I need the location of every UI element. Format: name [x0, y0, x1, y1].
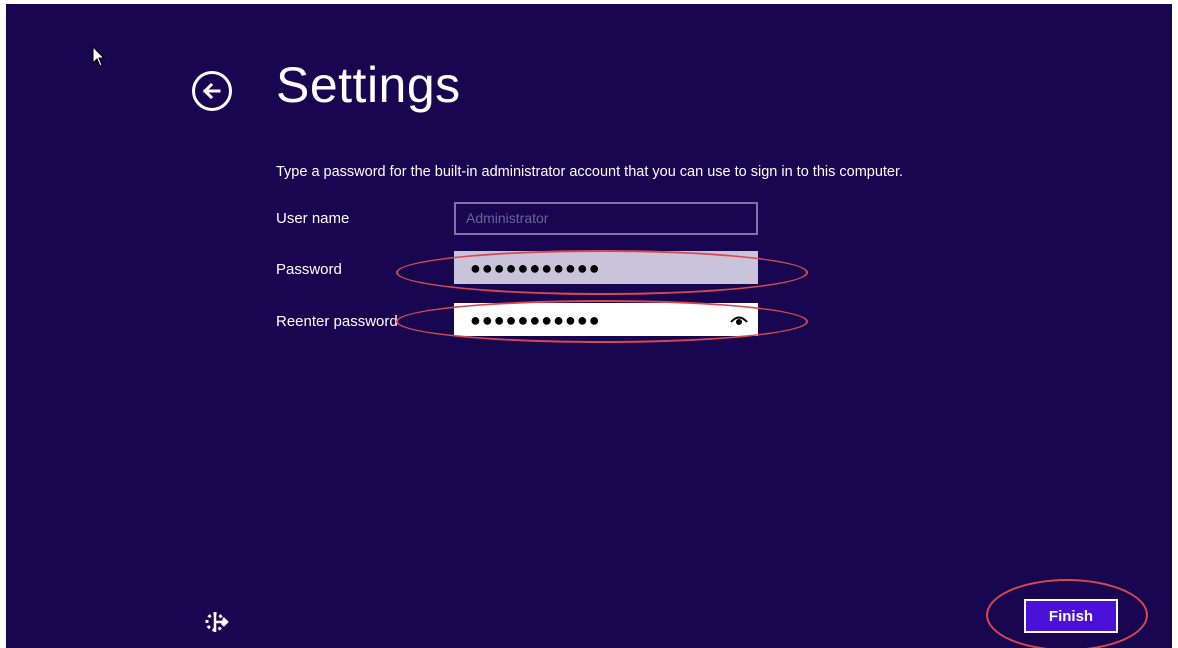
password-label: Password [276, 261, 342, 278]
page-title: Settings [276, 57, 461, 113]
reenter-password-label: Reenter password [276, 313, 398, 330]
instructions-text: Type a password for the built-in adminis… [276, 164, 904, 180]
back-button[interactable] [192, 71, 232, 111]
setup-screen: Settings Type a password for the built-i… [6, 4, 1172, 648]
ease-of-access-icon[interactable] [203, 608, 231, 636]
username-label: User name [276, 210, 350, 227]
mouse-cursor-icon [92, 46, 106, 67]
reenter-password-field[interactable]: ●●●●●●●●●●● [454, 303, 758, 336]
back-arrow-icon [202, 82, 221, 100]
reenter-password-value: ●●●●●●●●●●● [470, 310, 601, 330]
password-field[interactable]: ●●●●●●●●●●● [454, 251, 758, 284]
finish-button[interactable]: Finish [1024, 599, 1118, 633]
password-value: ●●●●●●●●●●● [470, 258, 601, 278]
username-field[interactable]: Administrator [454, 202, 758, 235]
eye-icon[interactable] [730, 314, 748, 326]
